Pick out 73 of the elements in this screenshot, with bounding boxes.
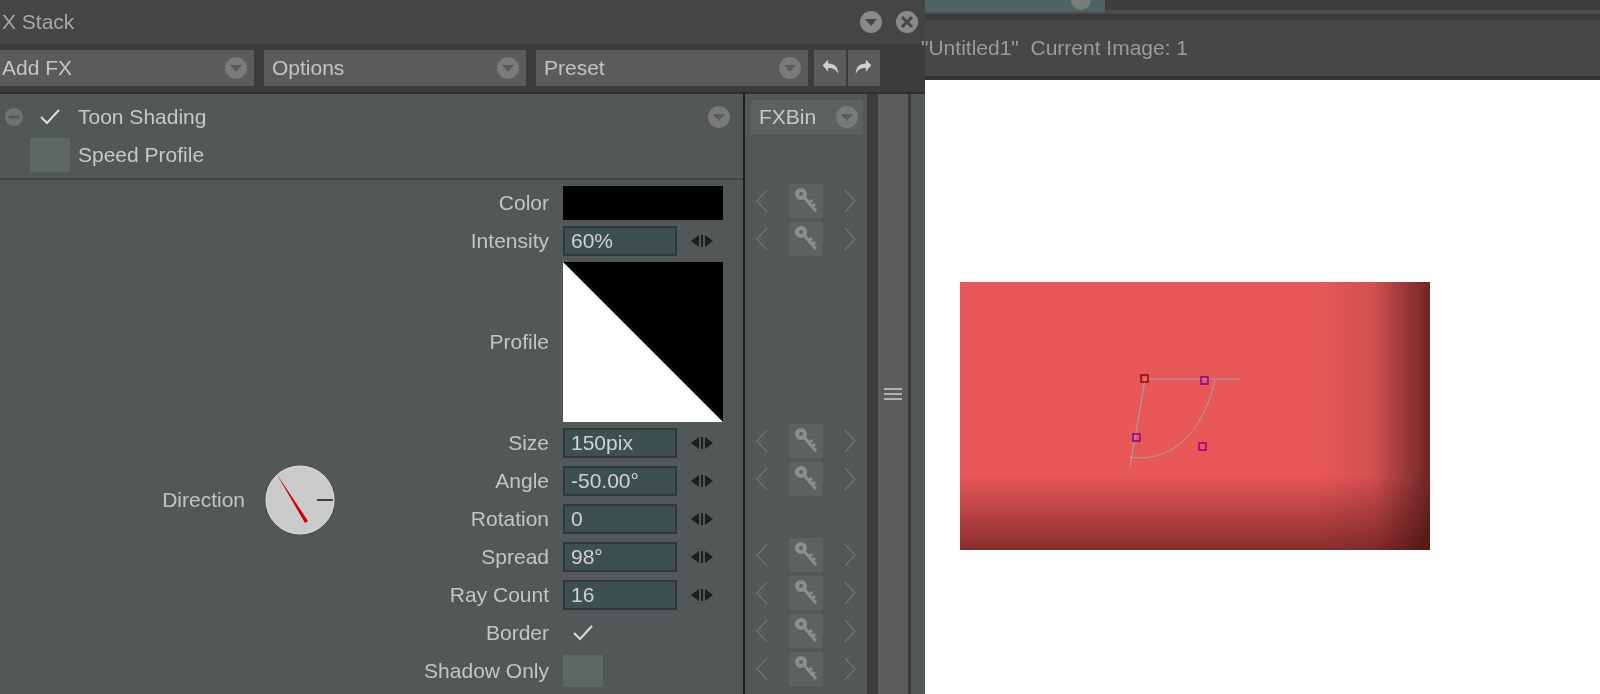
profile-curve-drawing[interactable]: [563, 262, 723, 422]
key-icon[interactable]: [789, 424, 823, 458]
fxbin-dropdown[interactable]: FXBin: [751, 100, 863, 134]
menu-caret-icon: [707, 105, 731, 129]
scrollbar[interactable]: [878, 94, 908, 694]
previous-key-icon[interactable]: [755, 188, 769, 214]
param-label: Profile: [488, 330, 549, 354]
next-key-icon[interactable]: [843, 656, 857, 682]
spinner-icon[interactable]: [691, 588, 713, 602]
undo-button[interactable]: [814, 50, 846, 86]
caret-icon: [778, 56, 802, 80]
value-field[interactable]: 16: [563, 580, 677, 610]
dropdown[interactable]: Options: [264, 50, 526, 86]
redo-button[interactable]: [848, 50, 880, 86]
spinner-icon[interactable]: [691, 550, 713, 564]
color-swatch[interactable]: [563, 186, 723, 220]
previous-key-icon[interactable]: [755, 466, 769, 492]
dropdown[interactable]: Add FX: [0, 50, 254, 86]
previous-key-icon[interactable]: [755, 542, 769, 568]
checkmark-icon: [38, 107, 62, 127]
key-icon[interactable]: [789, 652, 823, 686]
next-key-icon[interactable]: [843, 226, 857, 252]
previous-key-icon[interactable]: [755, 428, 769, 454]
direction-label: Direction: [162, 488, 245, 512]
remove-icon[interactable]: [4, 107, 24, 127]
param-label: Ray Count: [448, 583, 549, 607]
document-tab[interactable]: [925, 0, 1105, 12]
next-key-icon[interactable]: [843, 188, 857, 214]
value-field[interactable]: 60%: [563, 226, 677, 256]
direction-dial[interactable]: [265, 465, 335, 535]
previous-key-icon[interactable]: [755, 618, 769, 644]
spinner-icon[interactable]: [691, 436, 713, 450]
previous-key-icon[interactable]: [755, 580, 769, 606]
collapse-icon[interactable]: [859, 10, 883, 34]
param-label: Angle: [494, 469, 549, 493]
dropdown[interactable]: Preset: [536, 50, 808, 86]
caret-icon: [496, 56, 520, 80]
spinner-icon[interactable]: [691, 474, 713, 488]
param-label: Spread: [480, 545, 549, 569]
next-key-icon[interactable]: [843, 542, 857, 568]
param-label: Intensity: [469, 229, 549, 253]
next-key-icon[interactable]: [843, 580, 857, 606]
spinner-icon[interactable]: [691, 512, 713, 526]
next-key-icon[interactable]: [843, 618, 857, 644]
key-icon[interactable]: [789, 576, 823, 610]
image-info: "Untitled1" Current Image: 1: [921, 36, 1189, 60]
key-icon[interactable]: [789, 462, 823, 496]
effect-name[interactable]: Toon Shading: [78, 105, 707, 129]
param-label: Size: [507, 431, 549, 455]
value-field[interactable]: -50.00°: [563, 466, 677, 496]
spinner-icon[interactable]: [691, 234, 713, 248]
key-icon[interactable]: [789, 184, 823, 218]
param-label: Border: [484, 621, 549, 645]
caret-icon: [224, 56, 248, 80]
panel-title: X Stack: [2, 10, 76, 34]
key-icon[interactable]: [789, 222, 823, 256]
effect-name[interactable]: Speed Profile: [78, 143, 743, 167]
key-icon[interactable]: [789, 538, 823, 572]
caret-icon: [835, 105, 859, 129]
param-label: Shadow Only: [424, 659, 549, 683]
value-field[interactable]: 98°: [563, 542, 677, 572]
close-icon[interactable]: [895, 10, 919, 34]
value-field[interactable]: 0: [563, 504, 677, 534]
param-label: Color: [497, 191, 549, 215]
value-field[interactable]: 150pix: [563, 428, 677, 458]
key-icon[interactable]: [789, 614, 823, 648]
next-key-icon[interactable]: [843, 428, 857, 454]
checkmark-icon: [571, 623, 595, 643]
next-key-icon[interactable]: [843, 466, 857, 492]
grip-icon[interactable]: [884, 388, 902, 400]
previous-key-icon[interactable]: [755, 226, 769, 252]
param-label: Rotation: [469, 507, 549, 531]
previous-key-icon[interactable]: [755, 656, 769, 682]
